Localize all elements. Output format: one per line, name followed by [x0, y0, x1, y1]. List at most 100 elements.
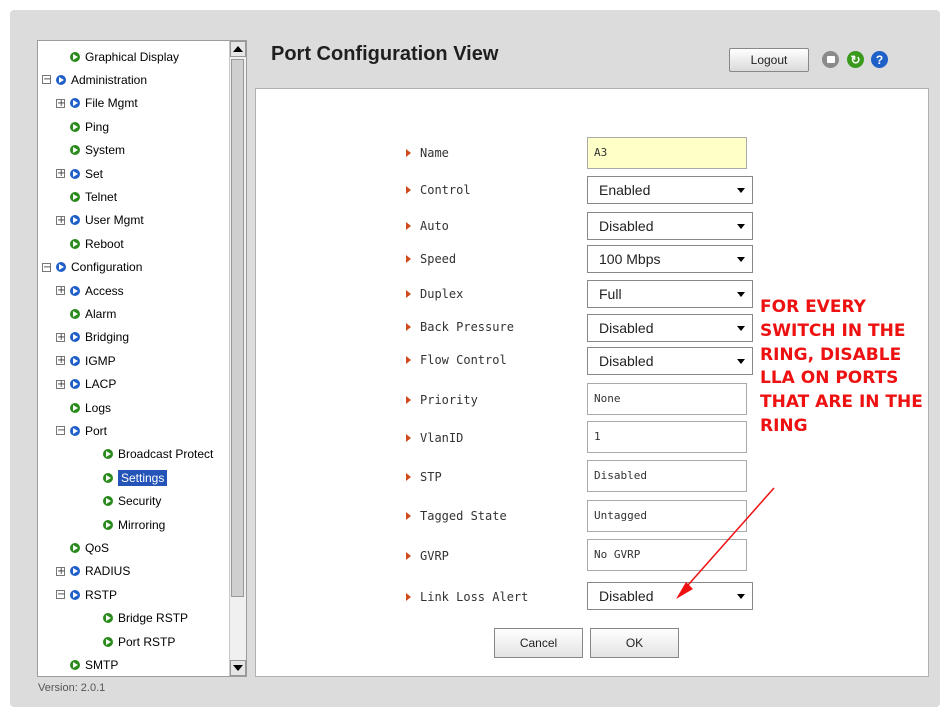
- expand-icon[interactable]: +: [56, 566, 65, 576]
- nav-tree-item[interactable]: QoS: [70, 537, 109, 559]
- folder-node-icon: [70, 379, 80, 390]
- page-title: Port Configuration View: [271, 43, 499, 65]
- auto-label: Auto: [406, 218, 449, 234]
- expand-icon[interactable]: +: [56, 356, 65, 366]
- annotation-line: LLA ON PORTS: [760, 368, 899, 389]
- nav-tree-item[interactable]: Ping: [70, 116, 109, 138]
- flow-control-select[interactable]: Disabled: [587, 347, 753, 375]
- arrow-icon: [406, 396, 411, 404]
- nav-tree-item[interactable]: Reboot: [70, 233, 124, 255]
- nav-tree-label: QoS: [85, 540, 110, 555]
- arrow-icon: [406, 290, 411, 298]
- expand-icon[interactable]: +: [56, 169, 65, 179]
- name-input[interactable]: A3: [587, 137, 747, 169]
- collapse-icon[interactable]: −: [42, 75, 51, 85]
- arrow-icon: [406, 186, 411, 194]
- expand-icon[interactable]: +: [56, 98, 65, 108]
- duplex-select[interactable]: Full: [587, 280, 753, 308]
- nav-tree-item[interactable]: Telnet: [70, 186, 117, 208]
- expand-icon[interactable]: +: [56, 332, 65, 342]
- nav-tree-item[interactable]: − Configuration: [42, 256, 142, 278]
- page-node-icon: [70, 238, 80, 249]
- collapse-icon[interactable]: −: [42, 262, 51, 272]
- nav-tree-label: Reboot: [85, 236, 124, 251]
- collapse-icon[interactable]: −: [56, 590, 65, 600]
- nav-tree-item[interactable]: − Port: [56, 420, 107, 442]
- nav-tree-item[interactable]: Alarm: [70, 303, 116, 325]
- folder-node-icon: [70, 98, 80, 109]
- nav-tree-item[interactable]: + Access: [56, 280, 124, 302]
- speed-select[interactable]: 100 Mbps: [587, 245, 753, 273]
- arrow-icon: [406, 552, 411, 560]
- expand-icon[interactable]: +: [56, 379, 65, 389]
- nav-tree-item[interactable]: − RSTP: [56, 584, 117, 606]
- folder-node-icon: [56, 262, 66, 273]
- nav-tree-item[interactable]: + LACP: [56, 373, 116, 395]
- expand-icon[interactable]: +: [56, 215, 65, 225]
- nav-tree-label: Port RSTP: [118, 634, 176, 649]
- link-loss-alert-select[interactable]: Disabled: [587, 582, 753, 610]
- nav-tree-item[interactable]: Settings: [103, 467, 168, 489]
- control-select[interactable]: Enabled: [587, 176, 753, 204]
- nav-tree-label: System: [85, 143, 126, 158]
- expand-icon[interactable]: +: [56, 286, 65, 296]
- back-pressure-select[interactable]: Disabled: [587, 314, 753, 342]
- tagged-state-input[interactable]: Untagged: [587, 500, 747, 532]
- priority-input[interactable]: None: [587, 383, 747, 415]
- nav-tree-label: Broadcast Protect: [118, 447, 214, 462]
- nav-tree-item[interactable]: System: [70, 139, 125, 161]
- page-node-icon: [70, 51, 80, 62]
- nav-tree-item[interactable]: + Bridging: [56, 326, 129, 348]
- arrow-icon: [406, 512, 411, 520]
- scroll-up-button[interactable]: [230, 41, 246, 57]
- page-node-icon: [70, 145, 80, 156]
- nav-tree-label: Alarm: [85, 306, 117, 321]
- nav-tree-item[interactable]: + File Mgmt: [56, 92, 138, 114]
- collapse-icon[interactable]: −: [56, 426, 65, 436]
- logout-button[interactable]: Logout: [729, 48, 809, 72]
- scrollbar-thumb[interactable]: [231, 59, 244, 597]
- arrow-icon: [406, 222, 411, 230]
- arrow-icon: [406, 255, 411, 263]
- ok-button[interactable]: OK: [590, 628, 679, 658]
- vlanid-input[interactable]: 1: [587, 421, 747, 453]
- nav-tree-item[interactable]: + Set: [56, 163, 103, 185]
- nav-tree-item[interactable]: Graphical Display: [70, 46, 179, 68]
- folder-node-icon: [70, 285, 80, 296]
- folder-node-icon: [70, 566, 80, 577]
- nav-tree-item[interactable]: + User Mgmt: [56, 209, 144, 231]
- nav-tree-label: Configuration: [71, 260, 143, 275]
- nav-tree-label: Bridge RSTP: [118, 611, 189, 626]
- scroll-down-button[interactable]: [230, 660, 246, 676]
- arrow-icon: [406, 434, 411, 442]
- nav-tree-item[interactable]: Port RSTP: [103, 631, 175, 653]
- nav-tree-item[interactable]: + RADIUS: [56, 560, 130, 582]
- nav-tree-item[interactable]: Logs: [70, 397, 111, 419]
- page-node-icon: [70, 308, 80, 319]
- folder-node-icon: [70, 355, 80, 366]
- nav-tree-item[interactable]: − Administration: [42, 69, 147, 91]
- nav-tree-item[interactable]: + IGMP: [56, 350, 116, 372]
- gvrp-input[interactable]: No GVRP: [587, 539, 747, 571]
- nav-tree-item[interactable]: Broadcast Protect: [103, 443, 213, 465]
- nav-tree-label: Set: [85, 166, 104, 181]
- page-node-icon: [70, 121, 80, 132]
- refresh-icon[interactable]: ↻: [847, 51, 864, 68]
- nav-tree-label: User Mgmt: [85, 213, 144, 228]
- cancel-button[interactable]: Cancel: [494, 628, 583, 658]
- nav-tree-item[interactable]: Security: [103, 490, 161, 512]
- nav-tree-item[interactable]: SMTP: [70, 654, 118, 676]
- chevron-down-icon: [730, 246, 752, 272]
- nav-tree-item[interactable]: Bridge RSTP: [103, 607, 188, 629]
- chevron-down-icon: [730, 177, 752, 203]
- auto-select[interactable]: Disabled: [587, 212, 753, 240]
- duplex-label: Duplex: [406, 286, 463, 302]
- page-node-icon: [103, 449, 113, 460]
- chevron-down-icon: [730, 583, 752, 609]
- help-icon[interactable]: ?: [871, 51, 888, 68]
- nav-tree-item[interactable]: Mirroring: [103, 514, 165, 536]
- tree-scrollbar[interactable]: [229, 41, 246, 676]
- page-node-icon: [103, 613, 113, 624]
- save-icon[interactable]: [822, 51, 839, 68]
- stp-input[interactable]: Disabled: [587, 460, 747, 492]
